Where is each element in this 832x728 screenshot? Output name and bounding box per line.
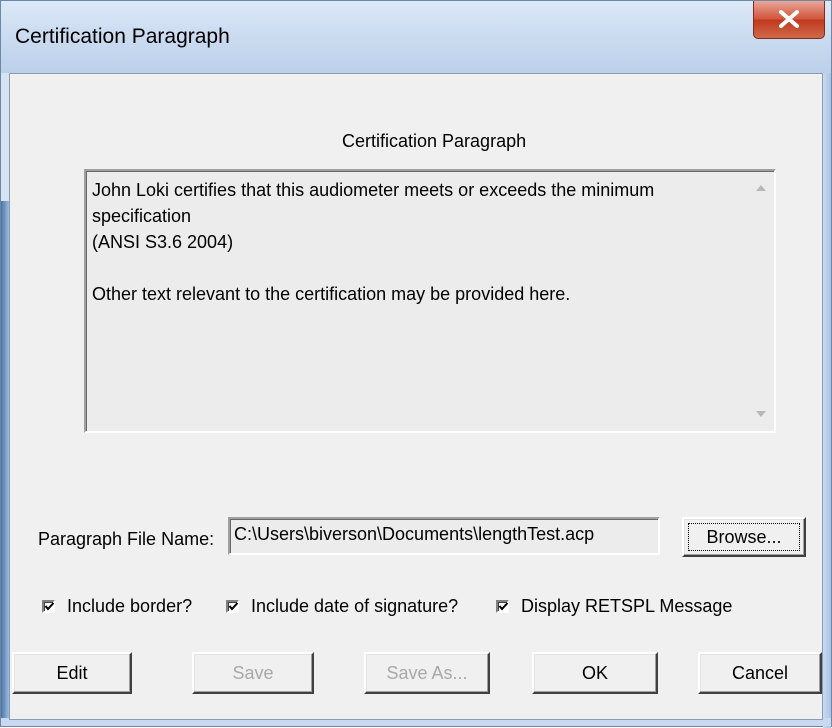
save-as-button-label: Save As... [386, 662, 468, 683]
include-date-label: Include date of signature? [251, 596, 459, 616]
cancel-button-label: Cancel [731, 662, 789, 683]
close-button[interactable] [753, 1, 825, 39]
edit-button-label: Edit [56, 662, 88, 683]
display-retspl-checkbox[interactable]: Display RETSPL Message [496, 596, 732, 617]
title-bar[interactable]: Certification Paragraph [1, 1, 831, 73]
include-border-checkbox[interactable]: Include border? [42, 596, 192, 617]
paragraph-heading: Certification Paragraph [342, 131, 527, 151]
cancel-button[interactable]: Cancel [698, 652, 822, 694]
window-border-right [823, 73, 831, 728]
ok-button-label: OK [581, 662, 608, 683]
focus-rect [688, 523, 800, 551]
checkbox-box[interactable] [42, 600, 55, 613]
file-name-input[interactable] [234, 524, 654, 545]
edit-button[interactable]: Edit [12, 652, 132, 694]
window-border-left [1, 201, 9, 721]
window-title: Certification Paragraph [15, 25, 230, 48]
checkmark-icon [498, 602, 509, 611]
save-button-label: Save [232, 662, 274, 683]
scroll-down-arrow-icon[interactable] [756, 411, 766, 417]
file-name-field[interactable] [228, 517, 660, 555]
close-icon [779, 10, 799, 28]
browse-button[interactable]: Browse... [682, 517, 806, 557]
paragraph-text: John Loki certifies that this audiometer… [92, 180, 655, 304]
checkmark-icon [44, 602, 55, 611]
scroll-up-arrow-icon[interactable] [756, 185, 766, 191]
include-border-label: Include border? [67, 596, 193, 616]
include-date-checkbox[interactable]: Include date of signature? [226, 596, 458, 617]
save-as-button[interactable]: Save As... [364, 652, 490, 694]
paragraph-textarea[interactable]: John Loki certifies that this audiometer… [84, 169, 776, 433]
display-retspl-label: Display RETSPL Message [521, 596, 733, 616]
save-button[interactable]: Save [192, 652, 314, 694]
file-name-label: Paragraph File Name: [38, 529, 215, 549]
ok-button[interactable]: OK [532, 652, 658, 694]
checkbox-box[interactable] [226, 600, 239, 613]
checkmark-icon [228, 602, 239, 611]
dialog-window: Certification Paragraph Certification Pa… [0, 0, 832, 728]
dialog-client-area: Certification Paragraph John Loki certif… [9, 73, 823, 720]
checkbox-box[interactable] [496, 600, 509, 613]
